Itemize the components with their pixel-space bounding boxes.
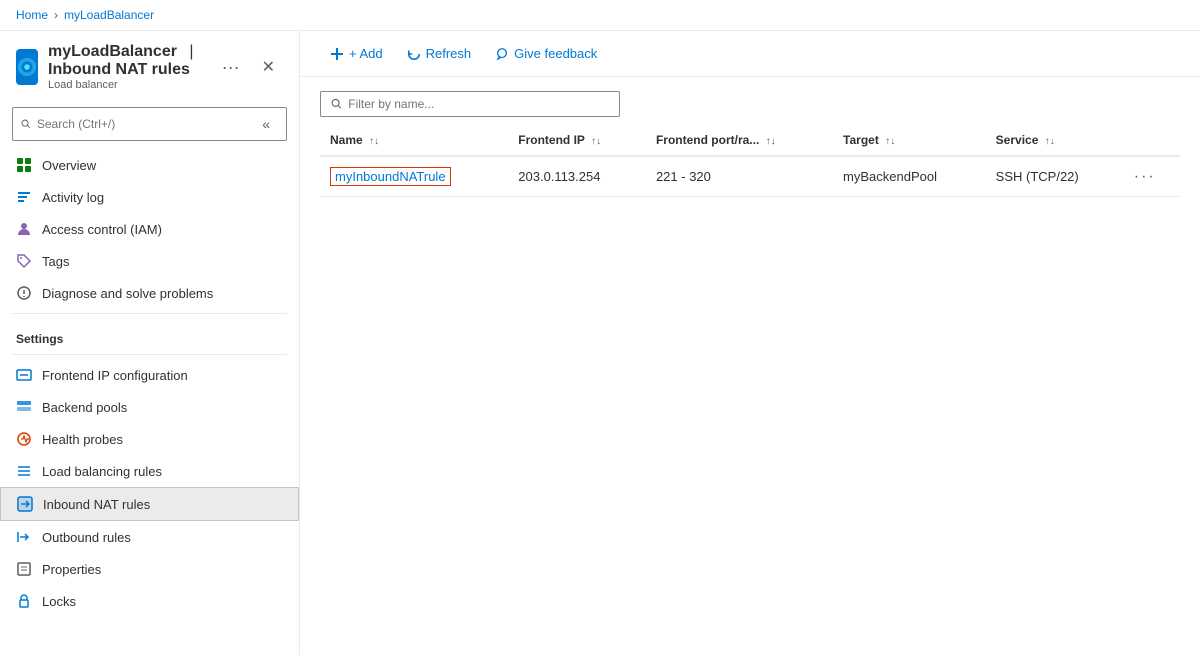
- sidebar-item-label: Properties: [42, 562, 101, 577]
- sort-arrows[interactable]: ↑↓: [885, 136, 895, 147]
- settings-section-label: Settings: [0, 318, 299, 350]
- row-name-link[interactable]: myInboundNATrule: [330, 167, 451, 186]
- sidebar-item-label: Inbound NAT rules: [43, 497, 150, 512]
- sort-arrows[interactable]: ↑↓: [369, 136, 379, 147]
- sidebar-item-label: Backend pools: [42, 400, 127, 415]
- locks-icon: [16, 593, 32, 609]
- overview-icon: [16, 157, 32, 173]
- sort-arrows[interactable]: ↑↓: [591, 136, 601, 147]
- close-button[interactable]: ✕: [254, 53, 283, 81]
- col-target: Target ↑↓: [833, 125, 986, 156]
- sidebar-item-lb-rules[interactable]: Load balancing rules: [0, 455, 299, 487]
- sidebar-item-iam[interactable]: Access control (IAM): [0, 213, 299, 245]
- add-icon: [330, 47, 344, 61]
- toolbar: + Add Refresh Give feedback: [300, 31, 1200, 77]
- sidebar: myLoadBalancer | Inbound NAT rules Load …: [0, 31, 300, 655]
- page-title-separator: |: [189, 43, 193, 60]
- sidebar-item-label: Locks: [42, 594, 76, 609]
- sidebar-item-label: Activity log: [42, 190, 104, 205]
- nat-icon: [17, 496, 33, 512]
- sidebar-item-label: Diagnose and solve problems: [42, 286, 213, 301]
- row-ellipsis-button[interactable]: ···: [1134, 168, 1156, 185]
- sidebar-item-outbound-rules[interactable]: Outbound rules: [0, 521, 299, 553]
- settings-divider: [12, 354, 287, 355]
- iam-icon: [16, 221, 32, 237]
- refresh-icon: [407, 47, 421, 61]
- backend-icon: [16, 399, 32, 415]
- sidebar-item-inbound-nat[interactable]: Inbound NAT rules: [0, 487, 299, 521]
- filter-input[interactable]: [348, 97, 609, 111]
- search-box-container: «: [12, 107, 287, 141]
- breadcrumb: Home › myLoadBalancer: [0, 0, 1200, 31]
- col-name: Name ↑↓: [320, 125, 508, 156]
- properties-icon: [16, 561, 32, 577]
- sort-arrows[interactable]: ↑↓: [1045, 136, 1055, 147]
- cell-row-actions: ···: [1124, 156, 1180, 197]
- breadcrumb-home[interactable]: Home: [16, 8, 48, 22]
- sort-arrows[interactable]: ↑↓: [766, 136, 776, 147]
- sidebar-item-label: Health probes: [42, 432, 123, 447]
- table-row: myInboundNATrule 203.0.113.254 221 - 320…: [320, 156, 1180, 197]
- sidebar-item-backend-pools[interactable]: Backend pools: [0, 391, 299, 423]
- table-area: Name ↑↓ Frontend IP ↑↓ Frontend port/ra.…: [300, 125, 1200, 197]
- collapse-button[interactable]: «: [254, 112, 278, 136]
- data-table: Name ↑↓ Frontend IP ↑↓ Frontend port/ra.…: [320, 125, 1180, 197]
- lb-rules-icon: [16, 463, 32, 479]
- sidebar-item-label: Frontend IP configuration: [42, 368, 188, 383]
- search-icon: [21, 118, 31, 130]
- resource-type: Load balancer: [48, 79, 206, 91]
- feedback-icon: [495, 47, 509, 61]
- cell-name: myInboundNATrule: [320, 156, 508, 197]
- content-area: + Add Refresh Give feedback: [300, 31, 1200, 655]
- cell-frontend-port: 221 - 320: [646, 156, 833, 197]
- sidebar-item-label: Tags: [42, 254, 69, 269]
- col-frontend-port: Frontend port/ra... ↑↓: [646, 125, 833, 156]
- sidebar-item-label: Overview: [42, 158, 96, 173]
- health-icon: [16, 431, 32, 447]
- frontend-icon: [16, 367, 32, 383]
- sidebar-item-diagnose[interactable]: Diagnose and solve problems: [0, 277, 299, 309]
- add-button[interactable]: + Add: [320, 41, 393, 66]
- sidebar-item-health-probes[interactable]: Health probes: [0, 423, 299, 455]
- cell-service: SSH (TCP/22): [986, 156, 1124, 197]
- breadcrumb-resource[interactable]: myLoadBalancer: [64, 8, 154, 22]
- tags-icon: [16, 253, 32, 269]
- feedback-button[interactable]: Give feedback: [485, 41, 607, 66]
- sidebar-item-locks[interactable]: Locks: [0, 585, 299, 617]
- col-frontend-ip: Frontend IP ↑↓: [508, 125, 646, 156]
- cell-target: myBackendPool: [833, 156, 986, 197]
- breadcrumb-separator: ›: [54, 8, 58, 22]
- activity-icon: [16, 189, 32, 205]
- resource-name: myLoadBalancer | Inbound NAT rules: [48, 43, 206, 79]
- sidebar-item-overview[interactable]: Overview: [0, 149, 299, 181]
- outbound-icon: [16, 529, 32, 545]
- search-input[interactable]: [37, 117, 248, 131]
- col-service: Service ↑↓: [986, 125, 1124, 156]
- resource-icon: [16, 49, 38, 85]
- sidebar-item-label: Access control (IAM): [42, 222, 162, 237]
- sidebar-item-label: Load balancing rules: [42, 464, 162, 479]
- filter-input-container: [320, 91, 620, 117]
- sidebar-item-properties[interactable]: Properties: [0, 553, 299, 585]
- refresh-button[interactable]: Refresh: [397, 41, 482, 66]
- filter-area: [300, 77, 1200, 125]
- filter-search-icon: [331, 98, 342, 110]
- ellipsis-button[interactable]: ···: [216, 55, 246, 80]
- sidebar-item-label: Outbound rules: [42, 530, 131, 545]
- sidebar-item-frontend-ip[interactable]: Frontend IP configuration: [0, 359, 299, 391]
- diagnose-icon: [16, 285, 32, 301]
- cell-frontend-ip: 203.0.113.254: [508, 156, 646, 197]
- col-actions: [1124, 125, 1180, 156]
- sidebar-item-tags[interactable]: Tags: [0, 245, 299, 277]
- sidebar-item-activity-log[interactable]: Activity log: [0, 181, 299, 213]
- nav-divider: [12, 313, 287, 314]
